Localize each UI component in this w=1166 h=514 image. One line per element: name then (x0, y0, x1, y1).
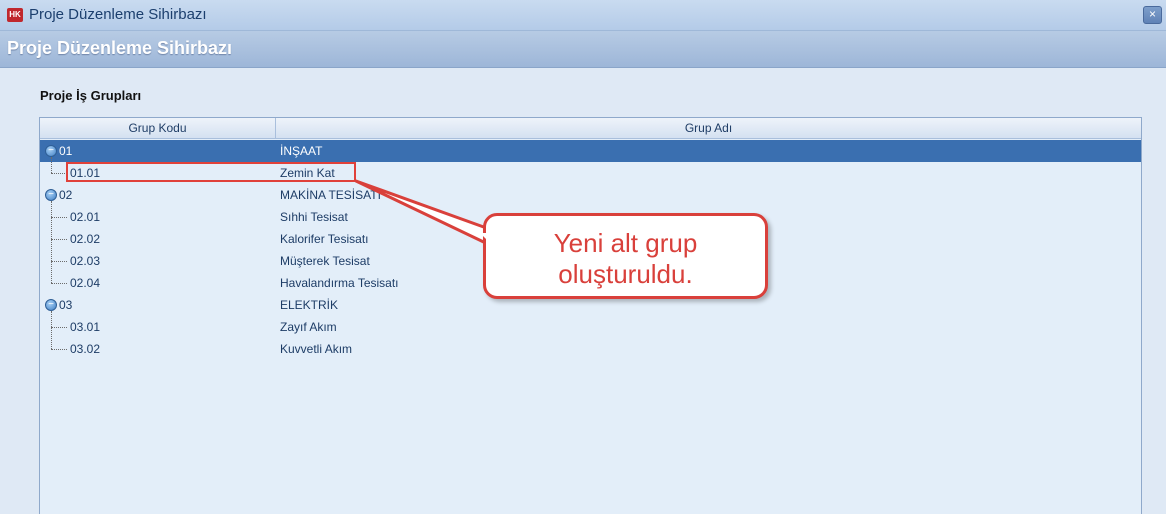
column-header-name[interactable]: Grup Adı (276, 118, 1141, 138)
wizard-title: Proje Düzenleme Sihirbazı (7, 38, 233, 58)
window-title: Proje Düzenleme Sihirbazı (29, 6, 207, 23)
tree-connector (51, 201, 52, 283)
table-row[interactable]: 03.02 Kuvvetli Akım (40, 338, 1141, 360)
grid-header: Grup Kodu Grup Adı (40, 118, 1141, 139)
collapse-icon[interactable]: − (45, 299, 57, 311)
table-row[interactable]: −02 MAKİNA TESİSATI (40, 184, 1141, 206)
highlight-box (66, 162, 356, 182)
cell-group-code: 02.03 (70, 254, 101, 268)
tree-connector (51, 349, 67, 350)
table-row[interactable]: 03.01 Zayıf Akım (40, 316, 1141, 338)
collapse-icon[interactable]: − (45, 145, 57, 157)
app-logo-icon: HK (7, 8, 23, 22)
cell-group-name: ELEKTRİK (280, 298, 339, 312)
cell-group-code: 02 (59, 188, 73, 202)
cell-group-name: İNŞAAT (280, 144, 323, 158)
tree-connector (51, 311, 52, 349)
tree-connector (51, 327, 67, 328)
callout-text: Yeni alt grup oluşturuldu. (486, 228, 765, 290)
table-row[interactable]: −01 İNŞAAT (40, 140, 1141, 162)
wizard-header: Proje Düzenleme Sihirbazı (0, 31, 1166, 68)
close-button[interactable]: × (1143, 6, 1162, 24)
tree-connector (51, 217, 67, 218)
tree-connector (51, 261, 67, 262)
cell-group-name: Sıhhi Tesisat (280, 210, 348, 224)
cell-group-code: 03.02 (70, 342, 101, 356)
title-bar: HK Proje Düzenleme Sihirbazı × (0, 0, 1166, 31)
cell-group-name: Zayıf Akım (280, 320, 337, 334)
column-header-code[interactable]: Grup Kodu (40, 118, 276, 138)
callout-line-2: oluşturuldu. (558, 259, 693, 289)
collapse-icon[interactable]: − (45, 189, 57, 201)
tree-connector (51, 283, 67, 284)
cell-group-name: Kuvvetli Akım (280, 342, 353, 356)
section-title: Proje İş Grupları (40, 88, 142, 103)
tree-connector (51, 173, 67, 174)
cell-group-code: 03 (59, 298, 73, 312)
cell-group-name: Havalandırma Tesisatı (280, 276, 399, 290)
cell-group-code: 03.01 (70, 320, 101, 334)
callout-line-1: Yeni alt grup (553, 228, 698, 258)
tree-connector (51, 239, 67, 240)
cell-group-code: 01 (59, 144, 73, 158)
cell-group-name: Müşterek Tesisat (280, 254, 370, 268)
cell-group-name: MAKİNA TESİSATI (280, 188, 381, 202)
cell-group-code: 02.04 (70, 276, 101, 290)
tree-connector (51, 157, 52, 173)
cell-group-code: 02.01 (70, 210, 101, 224)
cell-group-name: Kalorifer Tesisatı (280, 232, 369, 246)
cell-group-code: 02.02 (70, 232, 101, 246)
annotation-callout: Yeni alt grup oluşturuldu. (483, 213, 768, 299)
